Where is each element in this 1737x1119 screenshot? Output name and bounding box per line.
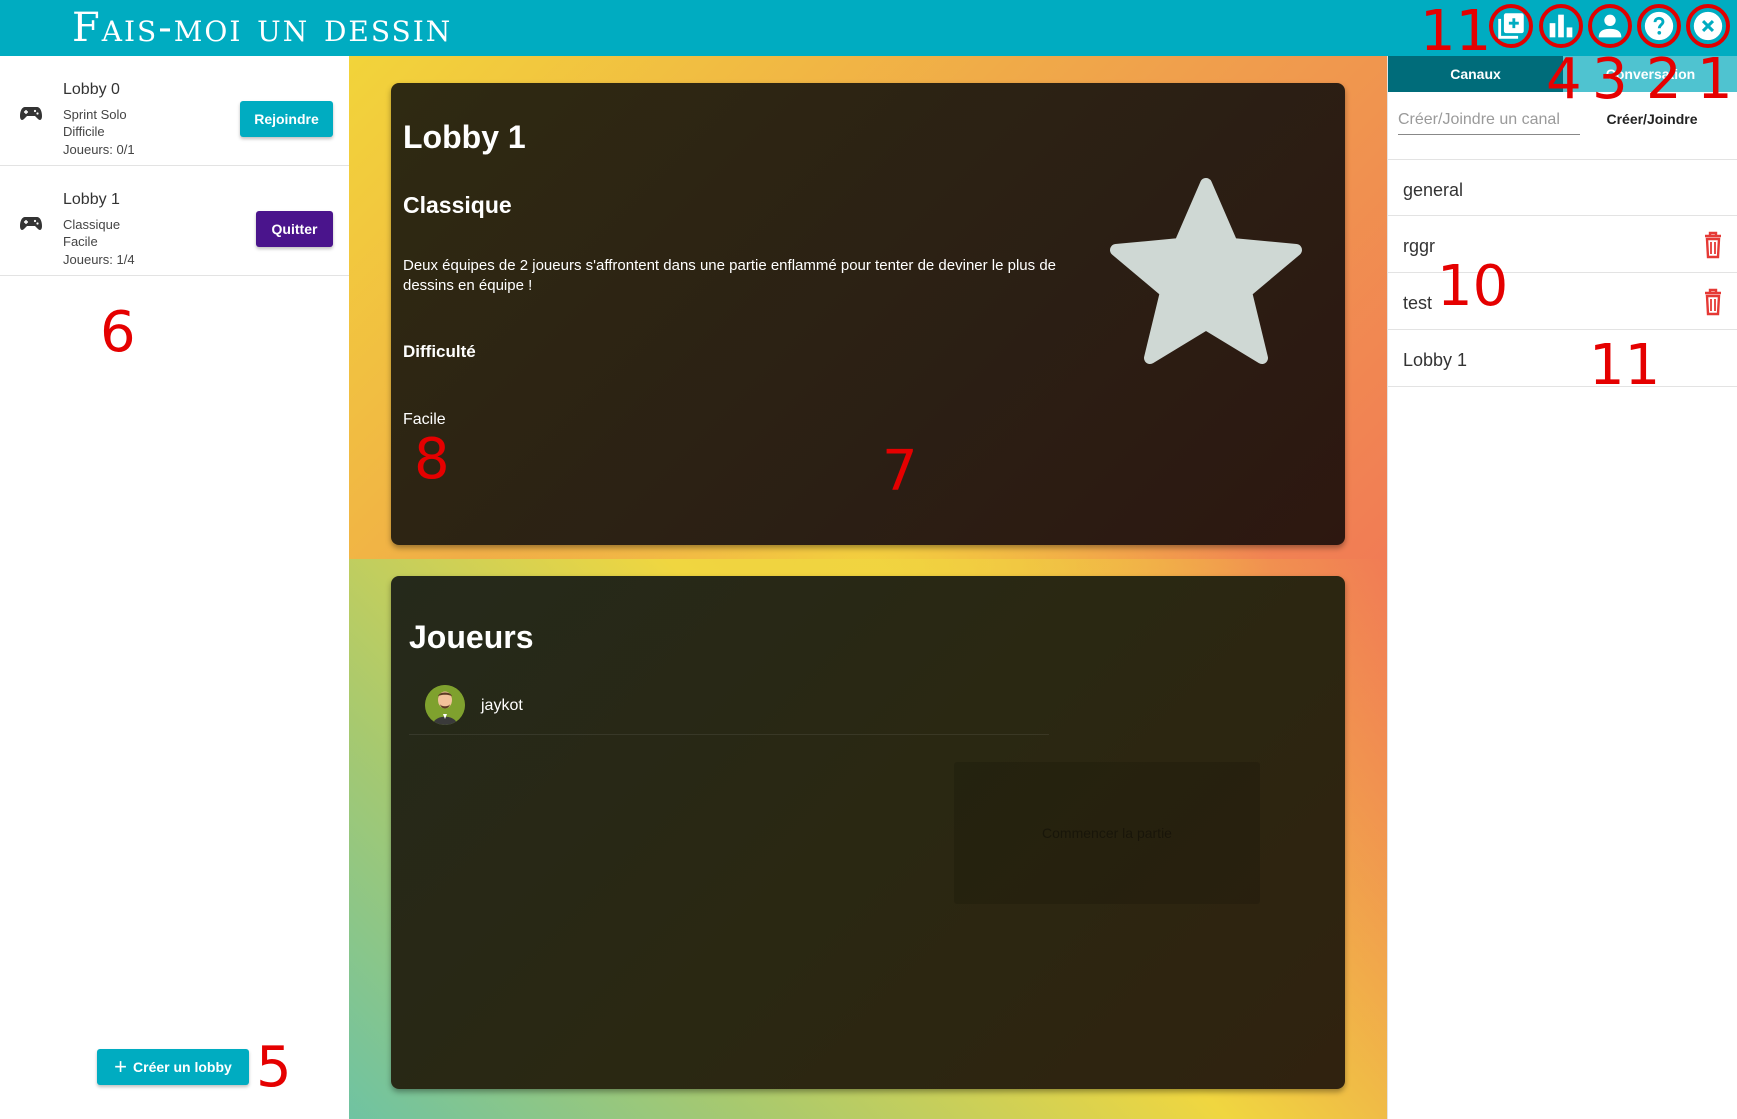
mode-description: Deux équipes de 2 joueurs s'affrontent d…	[403, 257, 1057, 294]
delete-icon[interactable]	[1702, 230, 1724, 260]
account-icon	[1598, 14, 1622, 38]
lobby-item: Lobby 0 Sprint Solo Difficile Joueurs: 0…	[0, 56, 349, 166]
create-lobby-label: Créer un lobby	[133, 1059, 232, 1075]
help-icon	[1644, 11, 1674, 41]
lobby-mode-heading: Classique	[403, 192, 512, 218]
help-button[interactable]	[1637, 4, 1681, 48]
channel-input[interactable]	[1398, 105, 1580, 135]
channel-name: test	[1403, 293, 1433, 313]
lobby-difficulty: Facile	[63, 234, 98, 249]
lobby-title: Lobby 1	[403, 119, 526, 155]
lobby-item: Lobby 1 Classique Facile Joueurs: 1/4 Qu…	[0, 166, 349, 276]
profile-button[interactable]	[1588, 4, 1632, 48]
tab-channels[interactable]: Canaux	[1388, 56, 1563, 92]
players-title: Joueurs	[409, 619, 534, 655]
user-avatar-icon	[425, 685, 465, 725]
star-icon	[1110, 178, 1302, 364]
plus-icon: +	[114, 1054, 128, 1079]
chat-panel: Canaux Conversation Créer/Joindre genera…	[1387, 56, 1737, 1119]
app-header: Fais-moi un dessin	[0, 0, 1737, 56]
quit-lobby-button[interactable]: Quitter	[256, 211, 333, 247]
channel-item[interactable]: Lobby 1	[1388, 330, 1737, 387]
app-title: Fais-moi un dessin	[72, 5, 453, 51]
channel-item[interactable]: general	[1388, 159, 1737, 216]
lobby-name: Lobby 0	[63, 81, 120, 98]
gamepad-icon	[20, 217, 42, 230]
player-row: jaykot	[409, 681, 1049, 735]
stats-button[interactable]	[1539, 4, 1583, 48]
create-channel-button[interactable]	[1489, 4, 1533, 48]
lobby-difficulty: Difficile	[63, 124, 105, 139]
difficulty-heading: Difficulté	[403, 342, 476, 361]
add-icon	[1498, 13, 1524, 39]
create-join-channel-button[interactable]: Créer/Joindre	[1593, 106, 1711, 132]
logout-button[interactable]	[1686, 4, 1730, 48]
channel-name: rggr	[1403, 236, 1436, 256]
close-icon	[1693, 11, 1723, 41]
lobby-player-count: Joueurs: 1/4	[63, 252, 135, 267]
lobby-mode: Sprint Solo	[63, 107, 127, 122]
lobby-name: Lobby 1	[63, 191, 120, 208]
create-lobby-button[interactable]: + Créer un lobby	[97, 1049, 249, 1085]
start-game-button[interactable]: Commencer la partie	[954, 762, 1260, 904]
channel-item[interactable]: test	[1388, 273, 1737, 330]
channel-item[interactable]: rggr	[1388, 216, 1737, 273]
channel-name: general	[1403, 180, 1464, 200]
tab-conversation[interactable]: Conversation	[1563, 56, 1737, 92]
lobby-player-count: Joueurs: 0/1	[63, 142, 135, 157]
lobby-detail-area: Lobby 1 Classique Deux équipes de 2 joue…	[349, 56, 1387, 1119]
lobby-list-panel: Lobby 0 Sprint Solo Difficile Joueurs: 0…	[0, 56, 349, 1119]
lobby-info-card: Lobby 1 Classique Deux équipes de 2 joue…	[391, 83, 1345, 545]
player-name: jaykot	[481, 697, 523, 714]
gamepad-icon	[20, 107, 42, 120]
delete-icon[interactable]	[1702, 287, 1724, 317]
bar-chart-icon	[1549, 14, 1573, 38]
channel-name: Lobby 1	[1403, 350, 1468, 370]
players-card: Joueurs jaykot Commencer la partie	[391, 576, 1345, 1089]
difficulty-value: Facile	[403, 411, 446, 428]
lobby-mode: Classique	[63, 217, 121, 232]
avatar	[425, 685, 465, 725]
join-lobby-button[interactable]: Rejoindre	[240, 101, 333, 137]
